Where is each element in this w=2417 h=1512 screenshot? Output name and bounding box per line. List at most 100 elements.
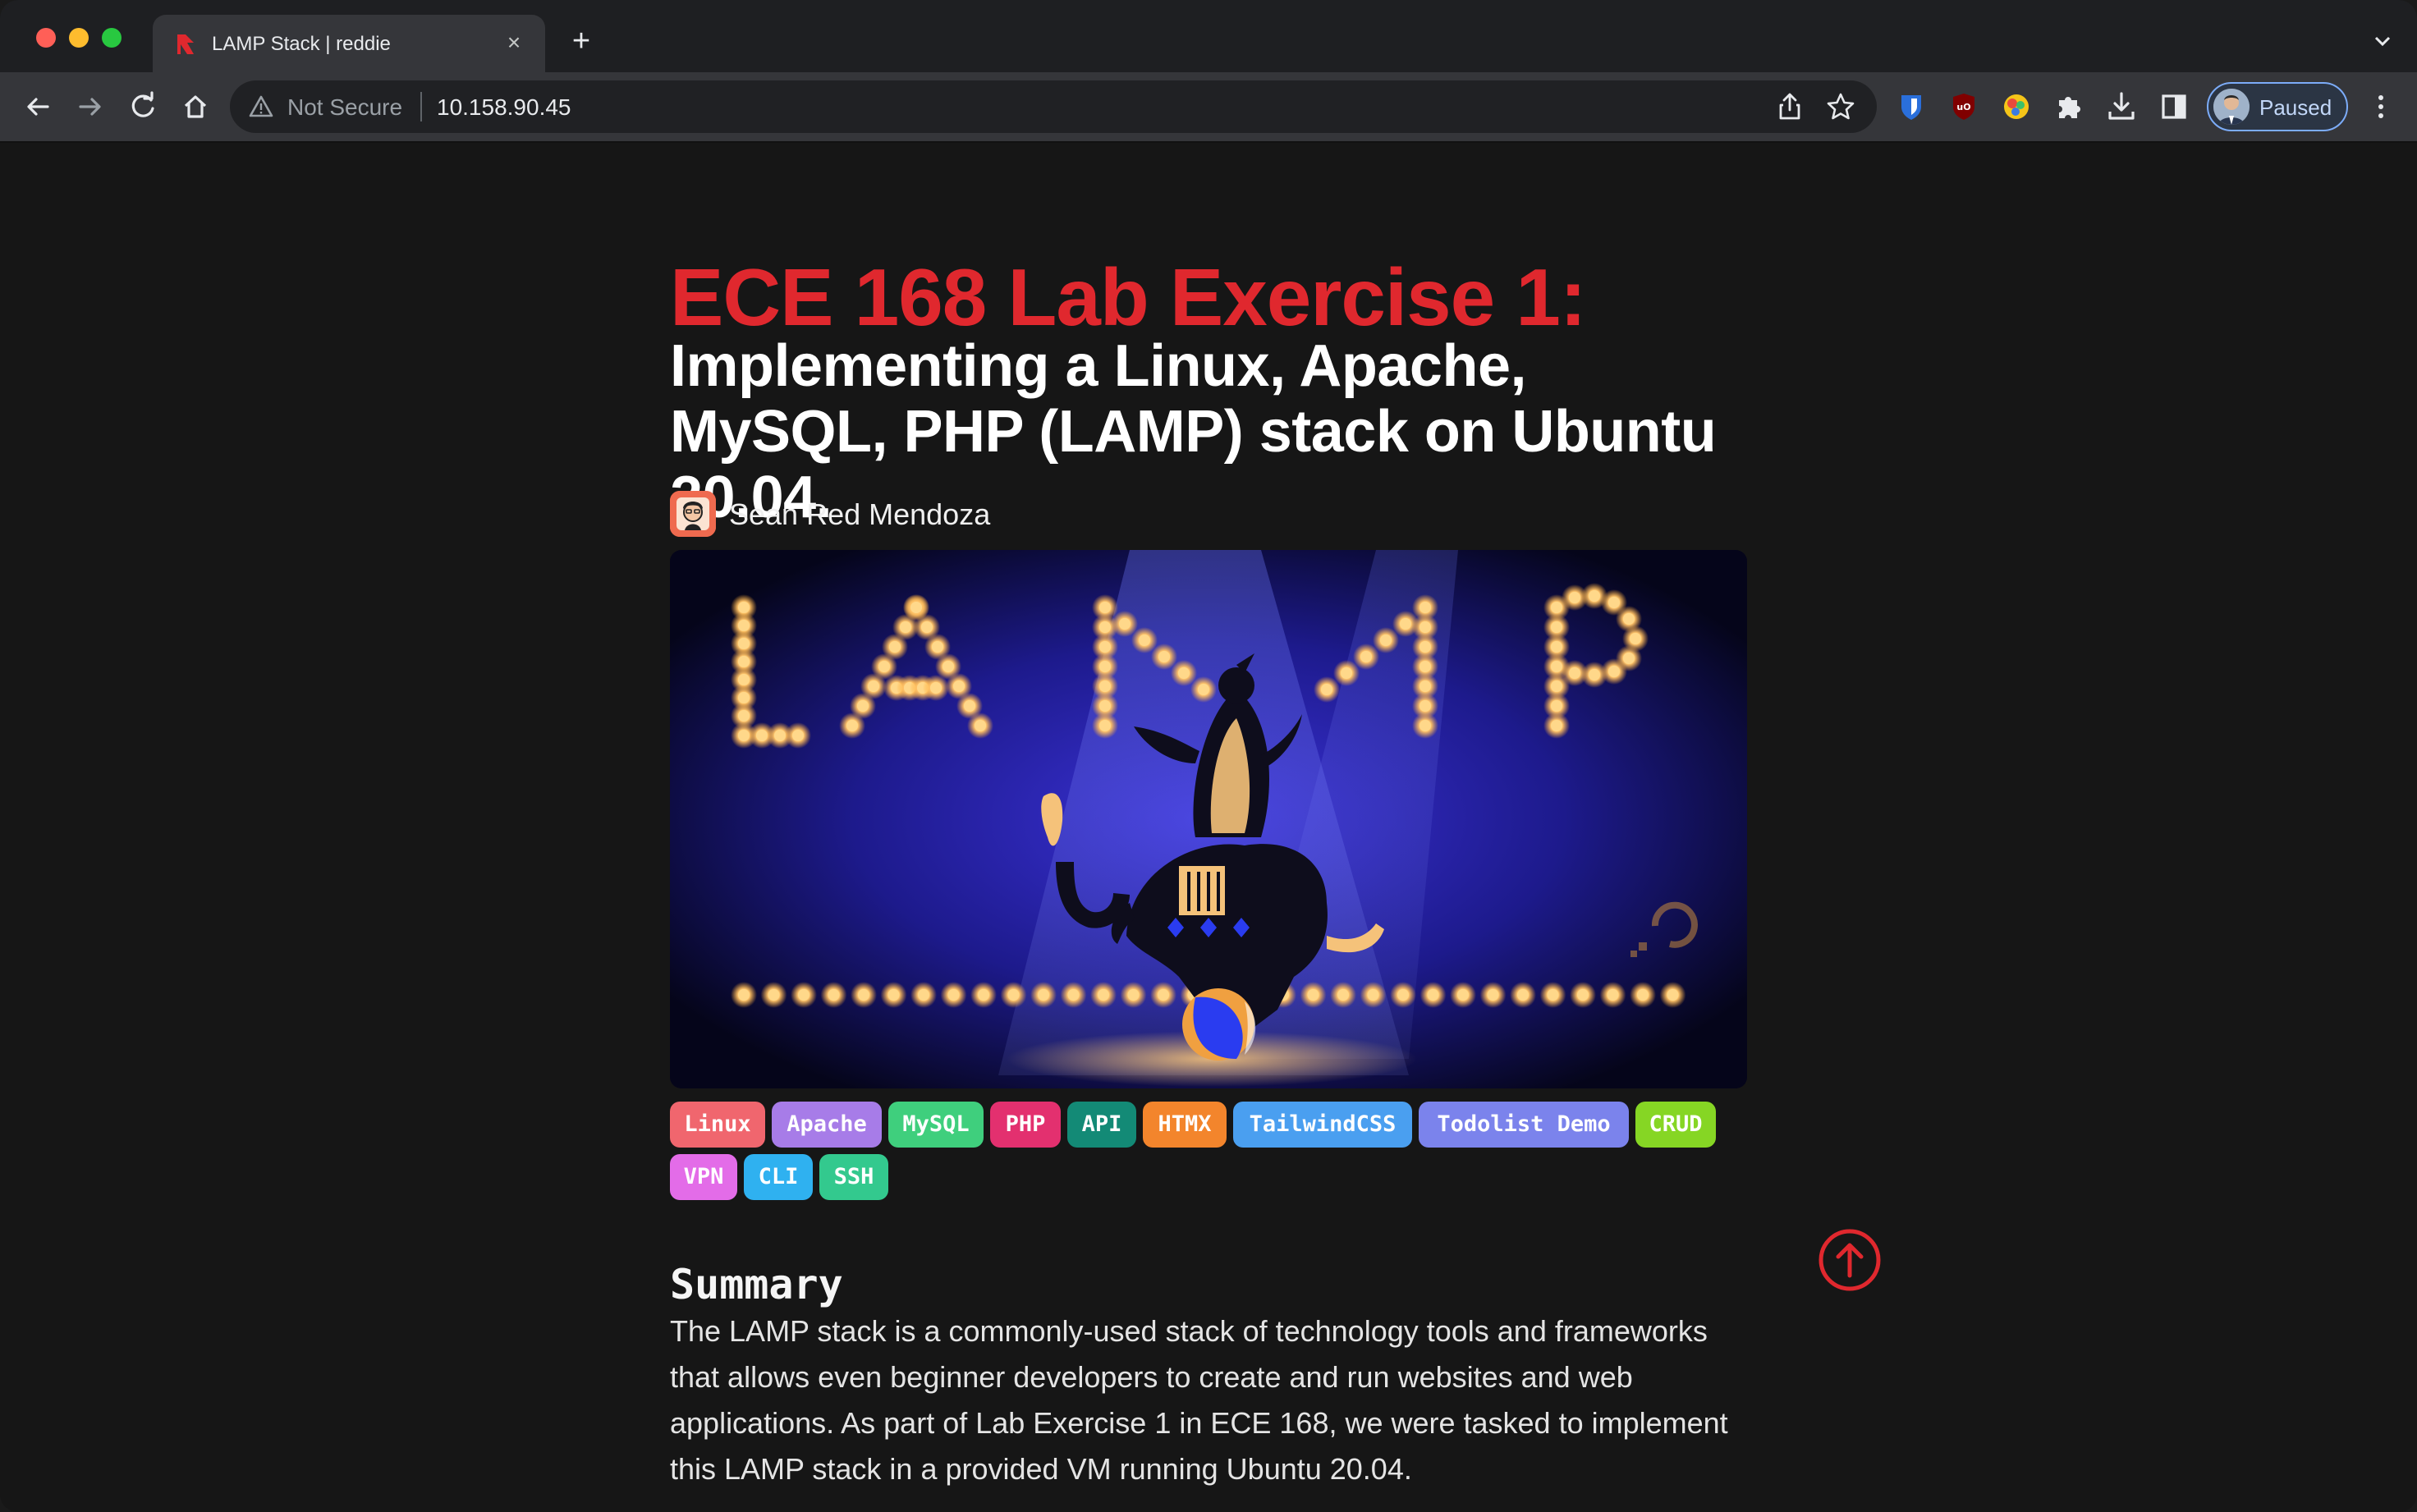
- color-extension-icon[interactable]: [1998, 89, 2034, 125]
- maximize-window-button[interactable]: [102, 28, 122, 48]
- light-bulb-core: [1127, 989, 1140, 1001]
- tag-ssh[interactable]: SSH: [819, 1154, 888, 1200]
- light-bulb-core: [1380, 635, 1392, 646]
- light-bulb-core: [1099, 641, 1111, 653]
- light-bulb-core: [1158, 989, 1169, 1001]
- url-text[interactable]: 10.158.90.45: [437, 94, 571, 121]
- warning-icon[interactable]: [248, 94, 274, 120]
- light-bulb-core: [738, 674, 750, 685]
- light-bulb-core: [1419, 720, 1431, 731]
- tag-vpn[interactable]: VPN: [670, 1154, 737, 1200]
- address-bar[interactable]: Not Secure 10.158.90.45: [230, 80, 1877, 133]
- download-icon[interactable]: [2103, 89, 2140, 125]
- light-bulb-core: [1608, 597, 1620, 608]
- light-bulb-core: [1419, 602, 1431, 613]
- tag-cli[interactable]: CLI: [744, 1154, 813, 1200]
- tab-title: LAMP Stack | reddie: [212, 33, 391, 55]
- light-bulb-core: [1551, 720, 1562, 731]
- light-bulb-core: [738, 620, 750, 631]
- new-tab-button[interactable]: +: [563, 25, 599, 61]
- ublock-extension-icon[interactable]: uO: [1946, 89, 1982, 125]
- light-bulb-core: [1099, 720, 1111, 731]
- page-title: ECE 168 Lab Exercise 1:: [670, 252, 1587, 342]
- light-bulb-core: [964, 700, 975, 712]
- light-bulb-core: [1607, 989, 1619, 1001]
- light-bulb-core: [921, 621, 933, 633]
- light-bulb-core: [1098, 989, 1109, 1001]
- tag-htmx[interactable]: HTMX: [1143, 1102, 1227, 1148]
- extensions-puzzle-icon[interactable]: [2051, 89, 2087, 125]
- minimize-window-button[interactable]: [69, 28, 89, 48]
- light-bulb-core: [738, 602, 750, 613]
- share-icon[interactable]: [1773, 90, 1806, 123]
- close-window-button[interactable]: [36, 28, 56, 48]
- home-button[interactable]: [177, 89, 213, 125]
- more-menu-icon[interactable]: [2364, 89, 2397, 125]
- profile-button[interactable]: Paused: [2207, 82, 2348, 131]
- light-bulb-core: [1623, 613, 1635, 625]
- light-bulb-core: [1419, 700, 1431, 712]
- light-bulb-core: [1139, 635, 1150, 646]
- light-bulb-core: [792, 730, 804, 741]
- light-bulb-core: [1419, 641, 1431, 653]
- tag-mysql[interactable]: MySQL: [888, 1102, 984, 1148]
- hero-image: [670, 550, 1747, 1088]
- tag-crud[interactable]: CRUD: [1635, 1102, 1716, 1148]
- light-bulb-core: [947, 989, 960, 1001]
- summary-paragraph: The LAMP stack is a commonly-used stack …: [670, 1314, 1728, 1486]
- light-bulb-core: [1419, 661, 1431, 672]
- tag-apache[interactable]: Apache: [772, 1102, 882, 1148]
- light-bulb-core: [900, 621, 911, 633]
- light-bulb-core: [1158, 651, 1170, 662]
- light-bulb-core: [930, 682, 942, 694]
- light-bulb-core: [942, 661, 954, 672]
- author-name[interactable]: Sean Red Mendoza: [729, 497, 990, 532]
- light-bulb-core: [1630, 633, 1641, 644]
- light-bulb-core: [1589, 669, 1600, 680]
- tag-linux[interactable]: Linux: [670, 1102, 765, 1148]
- arrow-right-icon: [79, 98, 101, 116]
- tab-active[interactable]: LAMP Stack | reddie ×: [153, 15, 545, 72]
- tag-php[interactable]: PHP: [990, 1102, 1061, 1148]
- tab-close-icon[interactable]: ×: [498, 26, 530, 59]
- web-page: ECE 168 Lab Exercise 1: Implementing a L…: [0, 143, 2417, 1512]
- tag-todolist-demo[interactable]: Todolist Demo: [1419, 1102, 1629, 1148]
- tag-api[interactable]: API: [1067, 1102, 1136, 1148]
- light-bulb-core: [910, 602, 922, 613]
- light-bulb-core: [798, 989, 809, 1001]
- reload-icon: [131, 91, 154, 117]
- light-bulb-core: [1487, 989, 1499, 1001]
- author-avatar[interactable]: [670, 491, 716, 537]
- light-bulb-core: [756, 730, 768, 741]
- light-bulb-core: [1099, 621, 1111, 633]
- light-bulb-core: [1119, 618, 1131, 630]
- light-bulb-core: [1457, 989, 1469, 1001]
- light-bulb-core: [1551, 602, 1562, 613]
- forward-button[interactable]: [72, 89, 108, 125]
- light-bulb-core: [889, 641, 901, 653]
- light-bulb-core: [1577, 989, 1589, 1001]
- chevron-down-icon[interactable]: [2371, 30, 2394, 53]
- light-bulb-core: [857, 700, 869, 712]
- bookmark-star-icon[interactable]: [1824, 90, 1857, 123]
- profile-status-label: Paused: [2259, 95, 2332, 120]
- light-bulb-core: [1337, 989, 1349, 1001]
- light-bulb-core: [978, 989, 989, 1001]
- light-bulb-core: [1400, 618, 1411, 630]
- lamp-illustration: [670, 550, 1747, 1088]
- tag-tailwindcss[interactable]: TailwindCSS: [1233, 1102, 1412, 1148]
- back-button[interactable]: [20, 89, 56, 125]
- bitwarden-extension-icon[interactable]: [1893, 89, 1929, 125]
- light-bulb-core: [1099, 680, 1111, 692]
- divider: [420, 92, 422, 121]
- scroll-to-top-button[interactable]: [1818, 1228, 1882, 1292]
- light-bulb-core: [1067, 989, 1080, 1001]
- light-bulb-core: [1623, 653, 1635, 664]
- reload-button[interactable]: [125, 89, 161, 125]
- side-panel-icon[interactable]: [2156, 89, 2192, 125]
- light-bulb-core: [1307, 989, 1319, 1001]
- security-label[interactable]: Not Secure: [287, 94, 402, 121]
- light-bulb-core: [1551, 661, 1562, 672]
- light-bulb-core: [1038, 989, 1049, 1001]
- home-icon: [184, 95, 207, 118]
